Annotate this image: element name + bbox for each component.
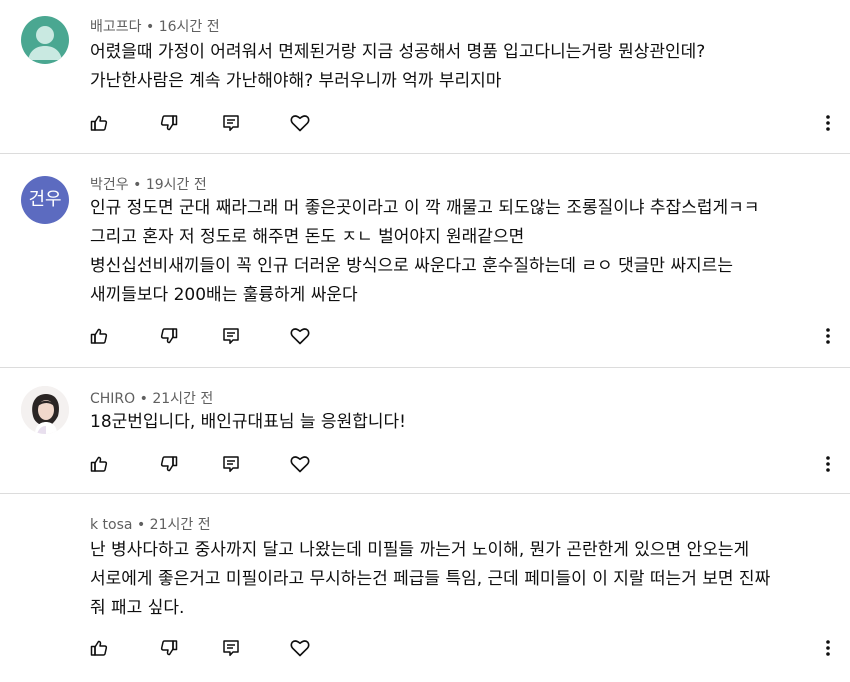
comment-line: 줘 패고 싶다. — [90, 598, 185, 618]
meta-separator: • — [135, 391, 153, 407]
meta-separator: • — [141, 19, 159, 35]
comment-text: 인규 정도면 군대 째라그래 머 좋은곳이라고 이 깍 깨물고 되도않는 조롱질… — [90, 194, 810, 310]
comment-time[interactable]: 21시간 전 — [150, 517, 211, 533]
comment-meta: k tosa • 21시간 전 — [90, 514, 211, 534]
reply-button[interactable] — [220, 637, 242, 659]
comment-text: 18군번입니다, 배인규대표님 늘 응원합니다! — [90, 408, 810, 437]
thumbs-up-icon — [90, 640, 108, 656]
comment-time[interactable]: 21시간 전 — [152, 391, 213, 407]
more-vert-icon — [826, 328, 830, 344]
more-vert-icon — [826, 115, 830, 131]
dislike-button[interactable] — [158, 453, 180, 475]
more-options-button[interactable] — [818, 325, 838, 347]
heart-button[interactable] — [289, 325, 311, 347]
comment-line: 그리고 혼자 저 정도로 해주면 돈도 ㅈㄴ 벌어야지 원래같으면 — [90, 227, 525, 247]
thumbs-up-icon — [90, 456, 108, 472]
meta-separator: • — [128, 177, 146, 193]
thumbs-down-icon — [160, 456, 178, 472]
avatar[interactable] — [21, 16, 69, 64]
heart-icon — [290, 640, 310, 657]
reply-icon — [223, 640, 239, 657]
more-options-button[interactable] — [818, 453, 838, 475]
comment-time[interactable]: 19시간 전 — [146, 177, 207, 193]
reply-button[interactable] — [220, 453, 242, 475]
like-button[interactable] — [88, 637, 110, 659]
comment-meta: CHIRO • 21시간 전 — [90, 388, 213, 408]
thumbs-up-icon — [90, 328, 108, 344]
more-vert-icon — [826, 456, 830, 472]
comment-text: 어렸을때 가정이 어려워서 면제된거랑 지금 성공해서 명품 입고다니는거랑 뭔… — [90, 38, 810, 96]
profile-photo — [21, 386, 69, 434]
comment-card: 건우 박건우 • 19시간 전 인규 정도면 군대 째라그래 머 좋은곳이라고 … — [0, 154, 850, 368]
like-button[interactable] — [88, 112, 110, 134]
comment-card: 배고프다 • 16시간 전 어렸을때 가정이 어려워서 면제된거랑 지금 성공해… — [0, 0, 850, 154]
author-name[interactable]: 배고프다 — [90, 19, 142, 35]
more-options-button[interactable] — [818, 637, 838, 659]
comment-line: 가난한사람은 계속 가난해야해? 부러우니까 억까 부리지마 — [90, 71, 502, 91]
more-vert-icon — [826, 640, 830, 656]
author-name[interactable]: CHIRO — [90, 391, 135, 407]
comment-line: 어렸을때 가정이 어려워서 면제된거랑 지금 성공해서 명품 입고다니는거랑 뭔… — [90, 42, 706, 62]
dislike-button[interactable] — [158, 325, 180, 347]
avatar[interactable] — [21, 386, 69, 434]
thumbs-up-icon — [90, 115, 108, 131]
like-button[interactable] — [88, 325, 110, 347]
comment-line: 새끼들보다 200배는 훌륭하게 싸운다 — [90, 285, 358, 305]
comment-text: 난 병사다하고 중사까지 달고 나왔는데 미필들 까는거 노이해, 뭔가 곤란한… — [90, 536, 810, 623]
heart-icon — [290, 456, 310, 473]
heart-button[interactable] — [289, 637, 311, 659]
thumbs-down-icon — [160, 640, 178, 656]
meta-separator: • — [132, 517, 150, 533]
avatar-initials: 건우 — [28, 189, 62, 210]
reply-icon — [223, 456, 239, 473]
comment-time[interactable]: 16시간 전 — [159, 19, 220, 35]
avatar[interactable]: 건우 — [21, 176, 69, 224]
comment-line: 인규 정도면 군대 째라그래 머 좋은곳이라고 이 깍 깨물고 되도않는 조롱질… — [90, 198, 760, 218]
comment-line: 서로에게 좋은거고 미필이라고 무시하는건 페급들 특임, 근데 페미들이 이 … — [90, 569, 771, 589]
like-button[interactable] — [88, 453, 110, 475]
heart-icon — [290, 328, 310, 345]
reply-icon — [223, 115, 239, 132]
dislike-button[interactable] — [158, 637, 180, 659]
comment-line: 18군번입니다, 배인규대표님 늘 응원합니다! — [90, 412, 406, 432]
dislike-button[interactable] — [158, 112, 180, 134]
comment-meta: 배고프다 • 16시간 전 — [90, 16, 220, 36]
reply-button[interactable] — [220, 112, 242, 134]
reply-button[interactable] — [220, 325, 242, 347]
thumbs-down-icon — [160, 115, 178, 131]
thumbs-down-icon — [160, 328, 178, 344]
comment-meta: 박건우 • 19시간 전 — [90, 174, 207, 194]
person-icon — [28, 26, 62, 60]
comment-card: k tosa • 21시간 전 난 병사다하고 중사까지 달고 나왔는데 미필들… — [0, 494, 850, 682]
author-name[interactable]: k tosa — [90, 517, 133, 533]
comment-line: 병신십선비새끼들이 꼭 인규 더러운 방식으로 싸운다고 훈수질하는데 ㄹㅇ 댓… — [90, 256, 733, 276]
reply-icon — [223, 328, 239, 345]
heart-icon — [290, 115, 310, 132]
author-name[interactable]: 박건우 — [90, 177, 129, 193]
more-options-button[interactable] — [818, 112, 838, 134]
heart-button[interactable] — [289, 453, 311, 475]
comment-line: 난 병사다하고 중사까지 달고 나왔는데 미필들 까는거 노이해, 뭔가 곤란한… — [90, 540, 750, 560]
comment-card: CHIRO • 21시간 전 18군번입니다, 배인규대표님 늘 응원합니다! — [0, 368, 850, 494]
heart-button[interactable] — [289, 112, 311, 134]
